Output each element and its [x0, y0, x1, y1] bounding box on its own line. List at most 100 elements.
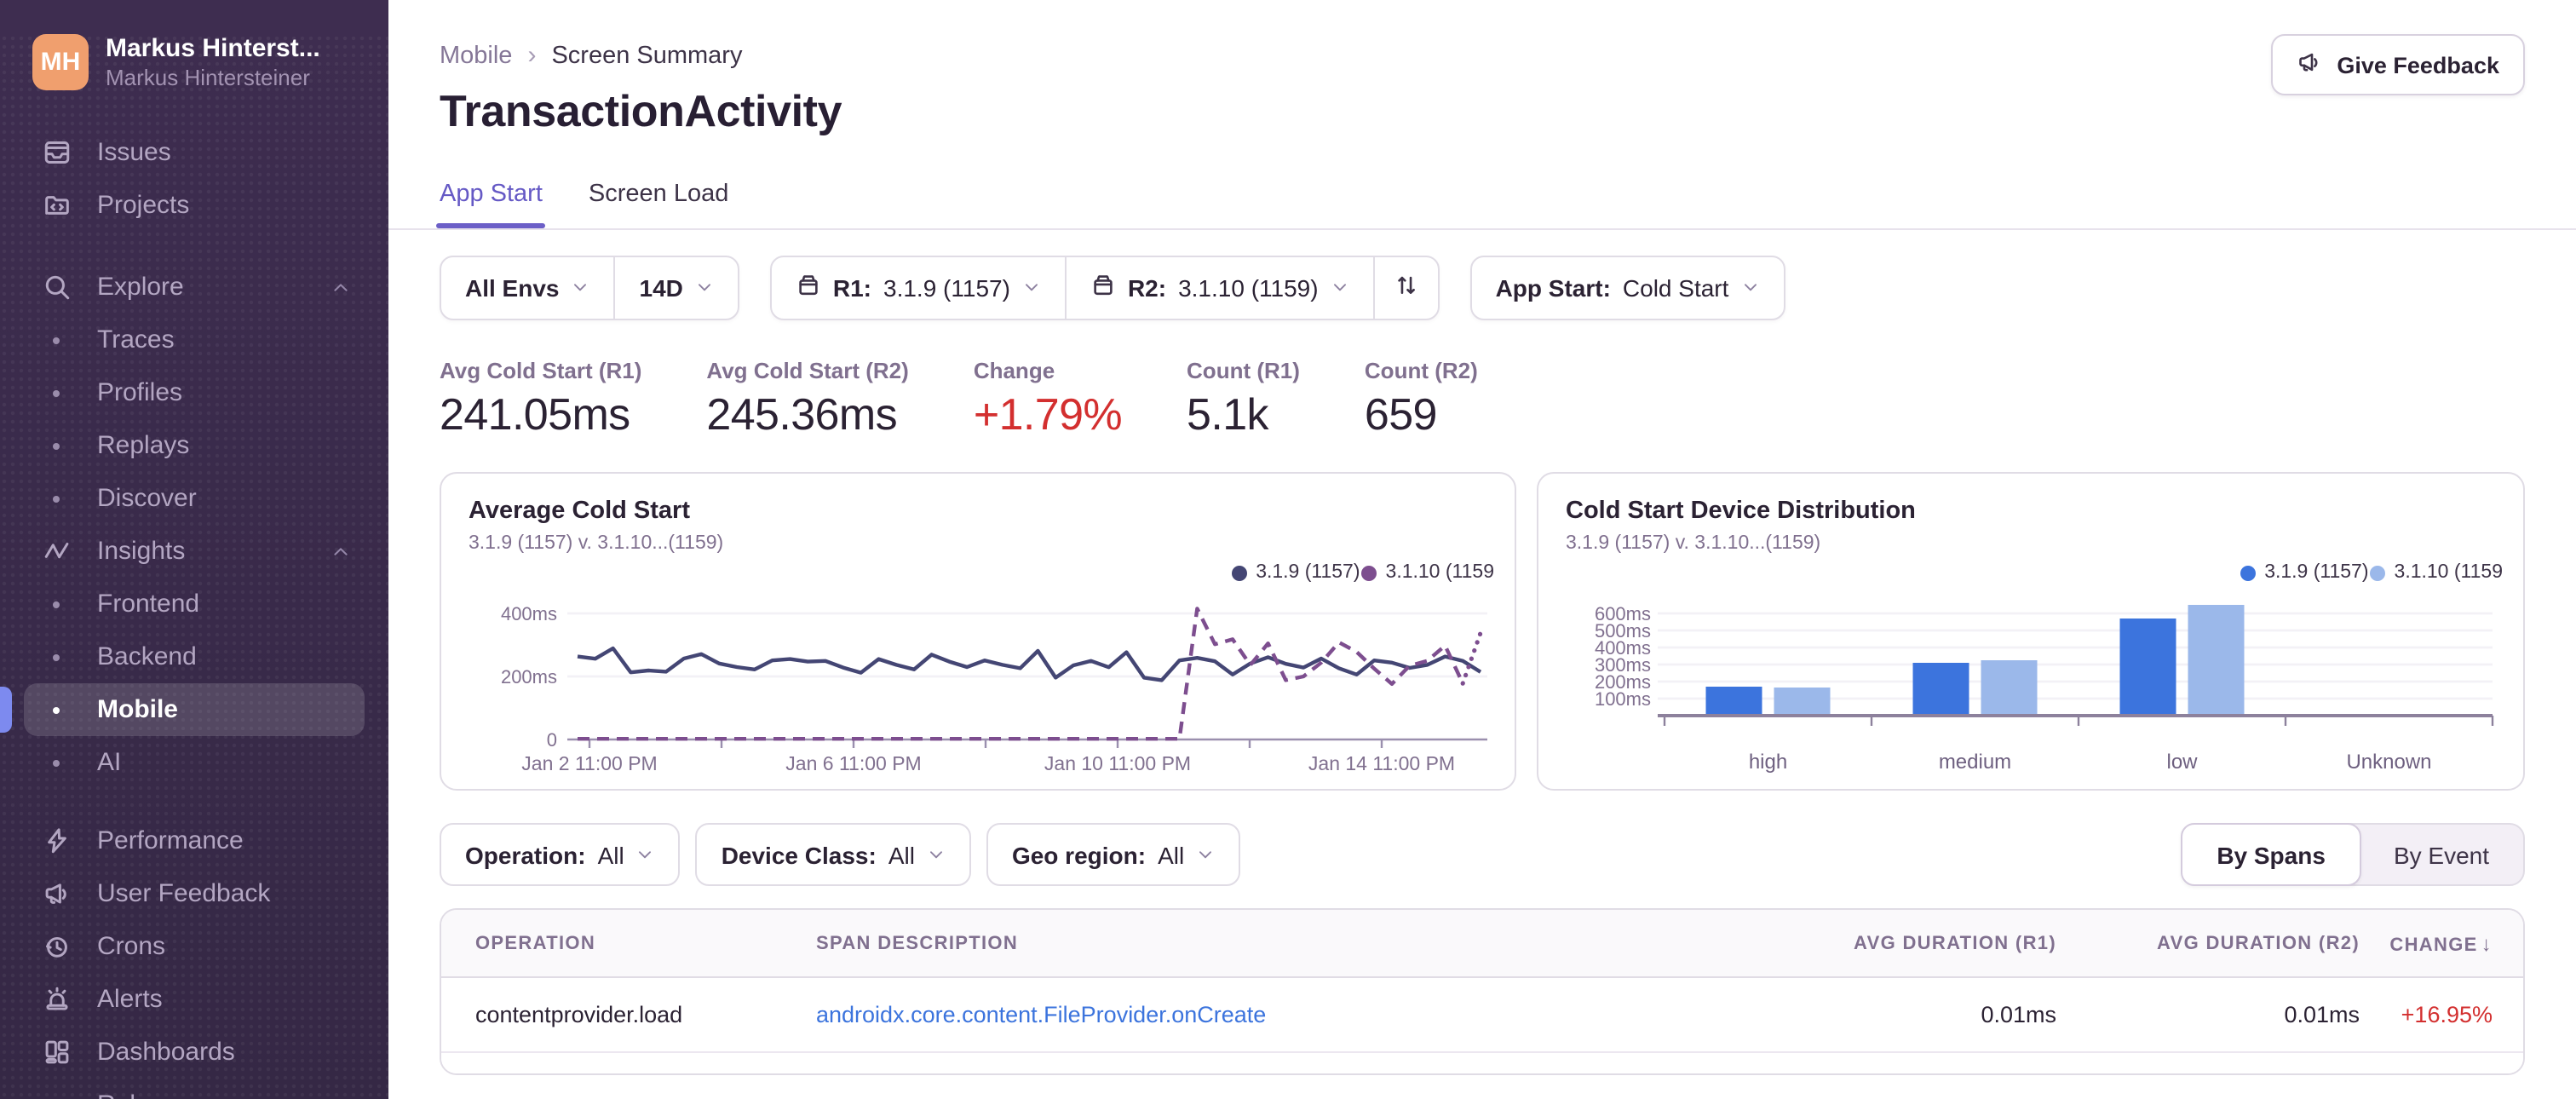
table-filter-row: Operation: All Device Class: All Geo region:…	[440, 823, 2525, 886]
siren-icon	[36, 985, 77, 1014]
legend-label: 3.1.10 (1159	[2394, 562, 2503, 583]
sidebar-item-label: Alerts	[97, 985, 163, 1014]
breadcrumb-screen-summary: Screen Summary	[551, 42, 743, 69]
sidebar-item-traces[interactable]: Traces	[24, 314, 365, 366]
toggle-by-event[interactable]: By Event	[2360, 825, 2523, 884]
bullet-icon	[36, 442, 77, 449]
sidebar-item-backend[interactable]: Backend	[24, 630, 365, 683]
dashboard-icon	[36, 1038, 77, 1067]
chip-label: Operation:	[465, 841, 586, 868]
sidebar-item-label: Performance	[97, 826, 244, 855]
svg-text:Jan 14 11:00 PM: Jan 14 11:00 PM	[1308, 752, 1455, 774]
column-header-operation[interactable]: OPERATION	[441, 933, 782, 953]
stat-label: Count (R1)	[1187, 358, 1300, 383]
legend-dot-icon	[2240, 565, 2257, 580]
r2-label: R2:	[1127, 274, 1167, 302]
sidebar-item-alerts[interactable]: Alerts	[24, 973, 365, 1026]
chevron-down-icon	[695, 274, 714, 302]
nav-section-gap	[0, 789, 388, 814]
r1-value: 3.1.9 (1157)	[883, 274, 1010, 302]
sidebar-item-discover[interactable]: Discover	[24, 472, 365, 525]
bullet-icon	[36, 759, 77, 766]
operation-cell: contentprovider.load	[475, 1002, 683, 1027]
release-2-selector[interactable]: R2: 3.1.10 (1159)	[1064, 257, 1373, 319]
svg-text:low: low	[2166, 751, 2198, 774]
cold-start-line-chart[interactable]: 0 200ms 400ms Jan 2 11:00 PM Jan 6 11:00 PM J…	[469, 593, 1491, 787]
avg-cold-start-card: Average Cold Start 3.1.9 (1157) v. 3.1.1…	[440, 472, 1516, 791]
swap-arrows-icon	[1394, 273, 1419, 303]
span-description-link[interactable]: androidx.core.content.FileProvider.onCre…	[816, 1002, 1266, 1027]
main-content: Mobile › Screen Summary Give Feedback Tr…	[388, 0, 2576, 1099]
chart-legend[interactable]: 3.1.9 (1157) 3.1.10 (1159	[2239, 562, 2503, 583]
sidebar-item-replays[interactable]: Replays	[24, 419, 365, 472]
stack-icon	[36, 1090, 77, 1099]
tab-app-start[interactable]: App Start	[435, 181, 547, 228]
avg-duration-r1-cell: 0.01ms	[1981, 1002, 2056, 1027]
chevron-down-icon	[1022, 274, 1041, 302]
sidebar-item-label: Frontend	[97, 590, 200, 619]
sidebar-item-issues[interactable]: Issues	[24, 126, 365, 179]
r1-label: R1:	[832, 274, 871, 302]
sidebar-item-label: Profiles	[97, 378, 183, 407]
clock-icon	[36, 932, 77, 961]
sidebar-item-explore[interactable]: Explore	[24, 261, 365, 314]
stat-count-r1-: Count (R1) 5.1k	[1187, 358, 1300, 441]
chart-subtitle: 3.1.9 (1157) v. 3.1.10...(1159)	[469, 533, 724, 554]
svg-text:high: high	[1749, 751, 1787, 774]
sidebar-item-performance[interactable]: Performance	[24, 814, 365, 867]
chevron-down-icon	[1740, 274, 1759, 302]
device-class-selector[interactable]: Device Class: All	[695, 823, 971, 886]
svg-text:600ms: 600ms	[1595, 603, 1651, 624]
sidebar-item-releases[interactable]: Releases	[24, 1079, 365, 1099]
toggle-by-spans[interactable]: By Spans	[2181, 823, 2361, 886]
sidebar-item-insights[interactable]: Insights	[24, 525, 365, 578]
release-group: R1: 3.1.9 (1157) R2: 3.1.10 (1159)	[769, 256, 1440, 320]
nav-section-gap	[0, 232, 388, 261]
user-org: Markus Hintersteiner	[106, 65, 310, 90]
swap-releases-button[interactable]	[1372, 257, 1438, 319]
sidebar-item-ai[interactable]: AI	[24, 736, 365, 789]
legend-label: 3.1.9 (1157)	[2264, 562, 2369, 583]
svg-text:200ms: 200ms	[501, 666, 557, 688]
sidebar-item-label: Releases	[97, 1090, 204, 1099]
sidebar-item-user-feedback[interactable]: User Feedback	[24, 867, 365, 920]
app-start-type-selector[interactable]: App Start: Cold Start	[1472, 257, 1784, 319]
chip-value: All	[597, 841, 624, 868]
environment-selector[interactable]: All Envs	[441, 257, 614, 319]
sidebar-item-profiles[interactable]: Profiles	[24, 366, 365, 419]
sidebar-item-dashboards[interactable]: Dashboards	[24, 1026, 365, 1079]
tab-bar: App Start Screen Load	[435, 181, 2525, 228]
tab-screen-load[interactable]: Screen Load	[589, 181, 728, 228]
chevron-right-icon: ›	[527, 41, 537, 70]
breadcrumb-mobile[interactable]: Mobile	[440, 42, 512, 69]
chart-legend[interactable]: 3.1.9 (1157) 3.1.10 (1159	[1230, 562, 1494, 583]
chevron-up-icon[interactable]	[331, 277, 351, 297]
device-distribution-bar-chart[interactable]: 100ms200ms300ms400ms500ms600mshigh medium…	[1566, 593, 2499, 787]
operation-selector[interactable]: Operation: All	[440, 823, 681, 886]
table-header: OPERATION SPAN DESCRIPTION AVG DURATION (R…	[441, 910, 2523, 978]
column-header-span-description[interactable]: SPAN DESCRIPTION	[782, 933, 1750, 953]
column-header-change[interactable]: CHANGE ↓	[2360, 931, 2523, 955]
give-feedback-button[interactable]: Give Feedback	[2270, 34, 2525, 95]
period-selector[interactable]: 14D	[613, 257, 738, 319]
column-header-avg-duration-r1-[interactable]: AVG DURATION (R1)	[1750, 933, 2056, 953]
table-row: contentprovider.load androidx.core.conten…	[441, 978, 2523, 1053]
stat-label: Count (R2)	[1364, 358, 1478, 383]
chevron-down-icon	[636, 841, 655, 868]
sidebar-item-projects[interactable]: Projects	[24, 179, 365, 232]
give-feedback-label: Give Feedback	[2337, 52, 2499, 78]
release-1-selector[interactable]: R1: 3.1.9 (1157)	[772, 257, 1065, 319]
lightning-icon	[36, 826, 77, 855]
bullet-icon	[36, 389, 77, 396]
sidebar-item-frontend[interactable]: Frontend	[24, 578, 365, 630]
column-header-avg-duration-r2-[interactable]: AVG DURATION (R2)	[2056, 933, 2360, 953]
org-switcher[interactable]: MH Markus Hinterst... Markus Hinterstein…	[32, 34, 368, 90]
sidebar-item-label: AI	[97, 748, 122, 777]
sidebar-item-label: Backend	[97, 642, 197, 671]
chevron-up-icon[interactable]	[331, 541, 351, 561]
sort-desc-icon: ↓	[2481, 931, 2493, 955]
geo-region-selector[interactable]: Geo region: All	[986, 823, 1241, 886]
stat-avg-cold-start-r2-: Avg Cold Start (R2) 245.36ms	[706, 358, 908, 441]
sidebar-item-crons[interactable]: Crons	[24, 920, 365, 973]
sidebar-item-mobile[interactable]: Mobile	[0, 683, 365, 736]
